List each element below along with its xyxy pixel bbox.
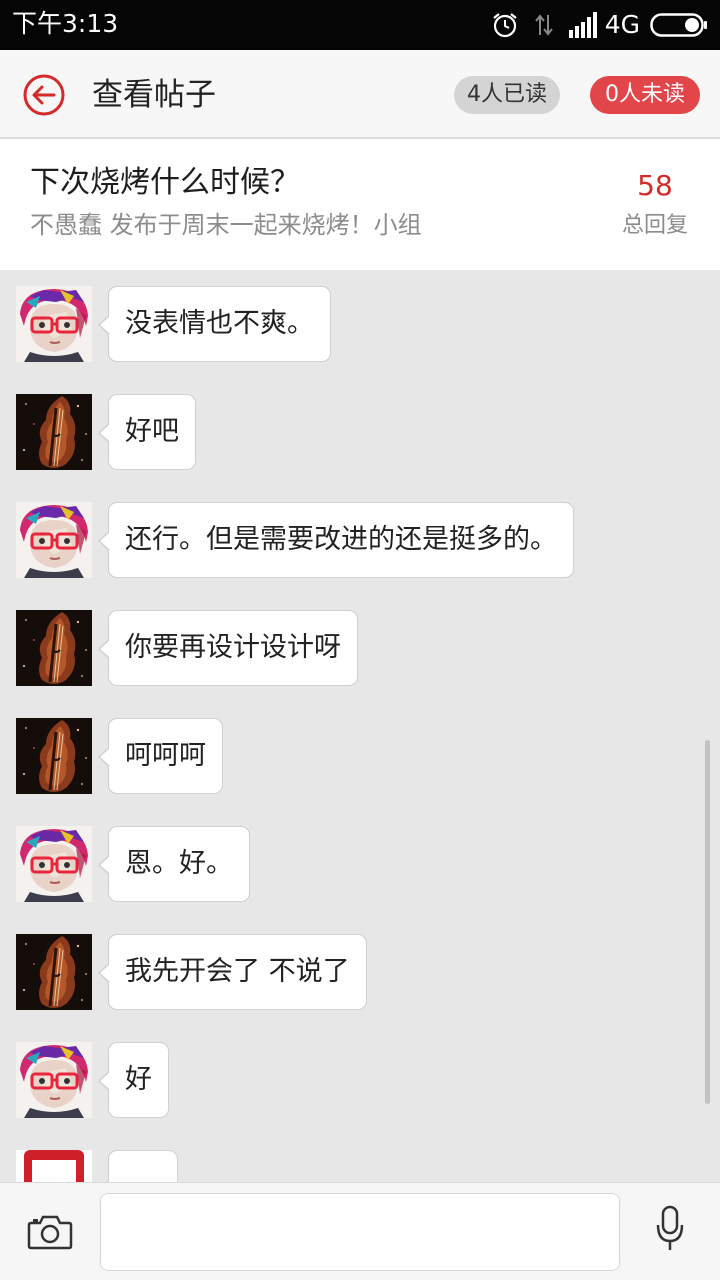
avatar[interactable]	[16, 502, 92, 578]
status-time: 下午3:13	[12, 9, 119, 38]
message-bubble[interactable]: 好	[98, 1042, 169, 1118]
network-label: 4G	[604, 10, 640, 39]
status-icons: 4G	[491, 9, 708, 41]
message-bubble[interactable]: 你要再设计设计呀	[98, 610, 358, 686]
signal-icon	[568, 12, 599, 38]
message-bubble[interactable]: 恩。好。	[98, 826, 250, 902]
avatar[interactable]	[16, 394, 92, 470]
avatar[interactable]	[16, 934, 92, 1010]
post-title: 下次烧烤什么时候？	[30, 165, 300, 200]
message-bubble[interactable]: 没表情也不爽。	[98, 286, 331, 362]
message-bubble[interactable]: 呵呵呵	[98, 718, 223, 794]
alarm-icon	[491, 11, 519, 39]
avatar[interactable]	[16, 610, 92, 686]
message-input[interactable]	[100, 1193, 620, 1271]
post-meta: 不愚蠢 发布于周末一起来烧烤！小组	[30, 211, 422, 239]
avatar[interactable]	[16, 286, 92, 362]
data-transfer-icon	[533, 11, 555, 39]
camera-icon[interactable]	[27, 1214, 73, 1250]
status-bar: 下午3:13 4G	[0, 0, 720, 50]
avatar[interactable]	[16, 1150, 92, 1182]
avatar[interactable]	[16, 718, 92, 794]
app-bar: 查看帖子 4人已读 0人未读	[0, 50, 720, 138]
page-title: 查看帖子	[92, 77, 216, 113]
microphone-icon[interactable]	[655, 1205, 685, 1253]
input-bar	[0, 1182, 720, 1280]
back-arrow-icon[interactable]	[22, 73, 66, 117]
reply-label: 总回复	[621, 213, 688, 238]
post-header: 下次烧烤什么时候？ 不愚蠢 发布于周末一起来烧烤！小组 58 总回复	[0, 139, 720, 270]
read-count-badge[interactable]: 4人已读	[454, 76, 560, 114]
message-bubble[interactable]: 我先开会了 不说了	[98, 934, 367, 1010]
message-bubble[interactable]	[98, 1150, 178, 1182]
unread-count-badge[interactable]: 0人未读	[590, 76, 700, 114]
scrollbar[interactable]	[705, 740, 710, 1104]
avatar[interactable]	[16, 1042, 92, 1118]
message-bubble[interactable]: 好吧	[98, 394, 196, 470]
message-bubble[interactable]: 还行。但是需要改进的还是挺多的。	[98, 502, 574, 578]
avatar[interactable]	[16, 826, 92, 902]
reply-count: 58	[637, 169, 673, 202]
battery-icon	[650, 13, 708, 37]
chat-message-list[interactable]: 没表情也不爽。 好吧 还行。但是需要改进的还是挺多的。 你要再设计设计呀 呵呵呵…	[0, 270, 720, 1182]
